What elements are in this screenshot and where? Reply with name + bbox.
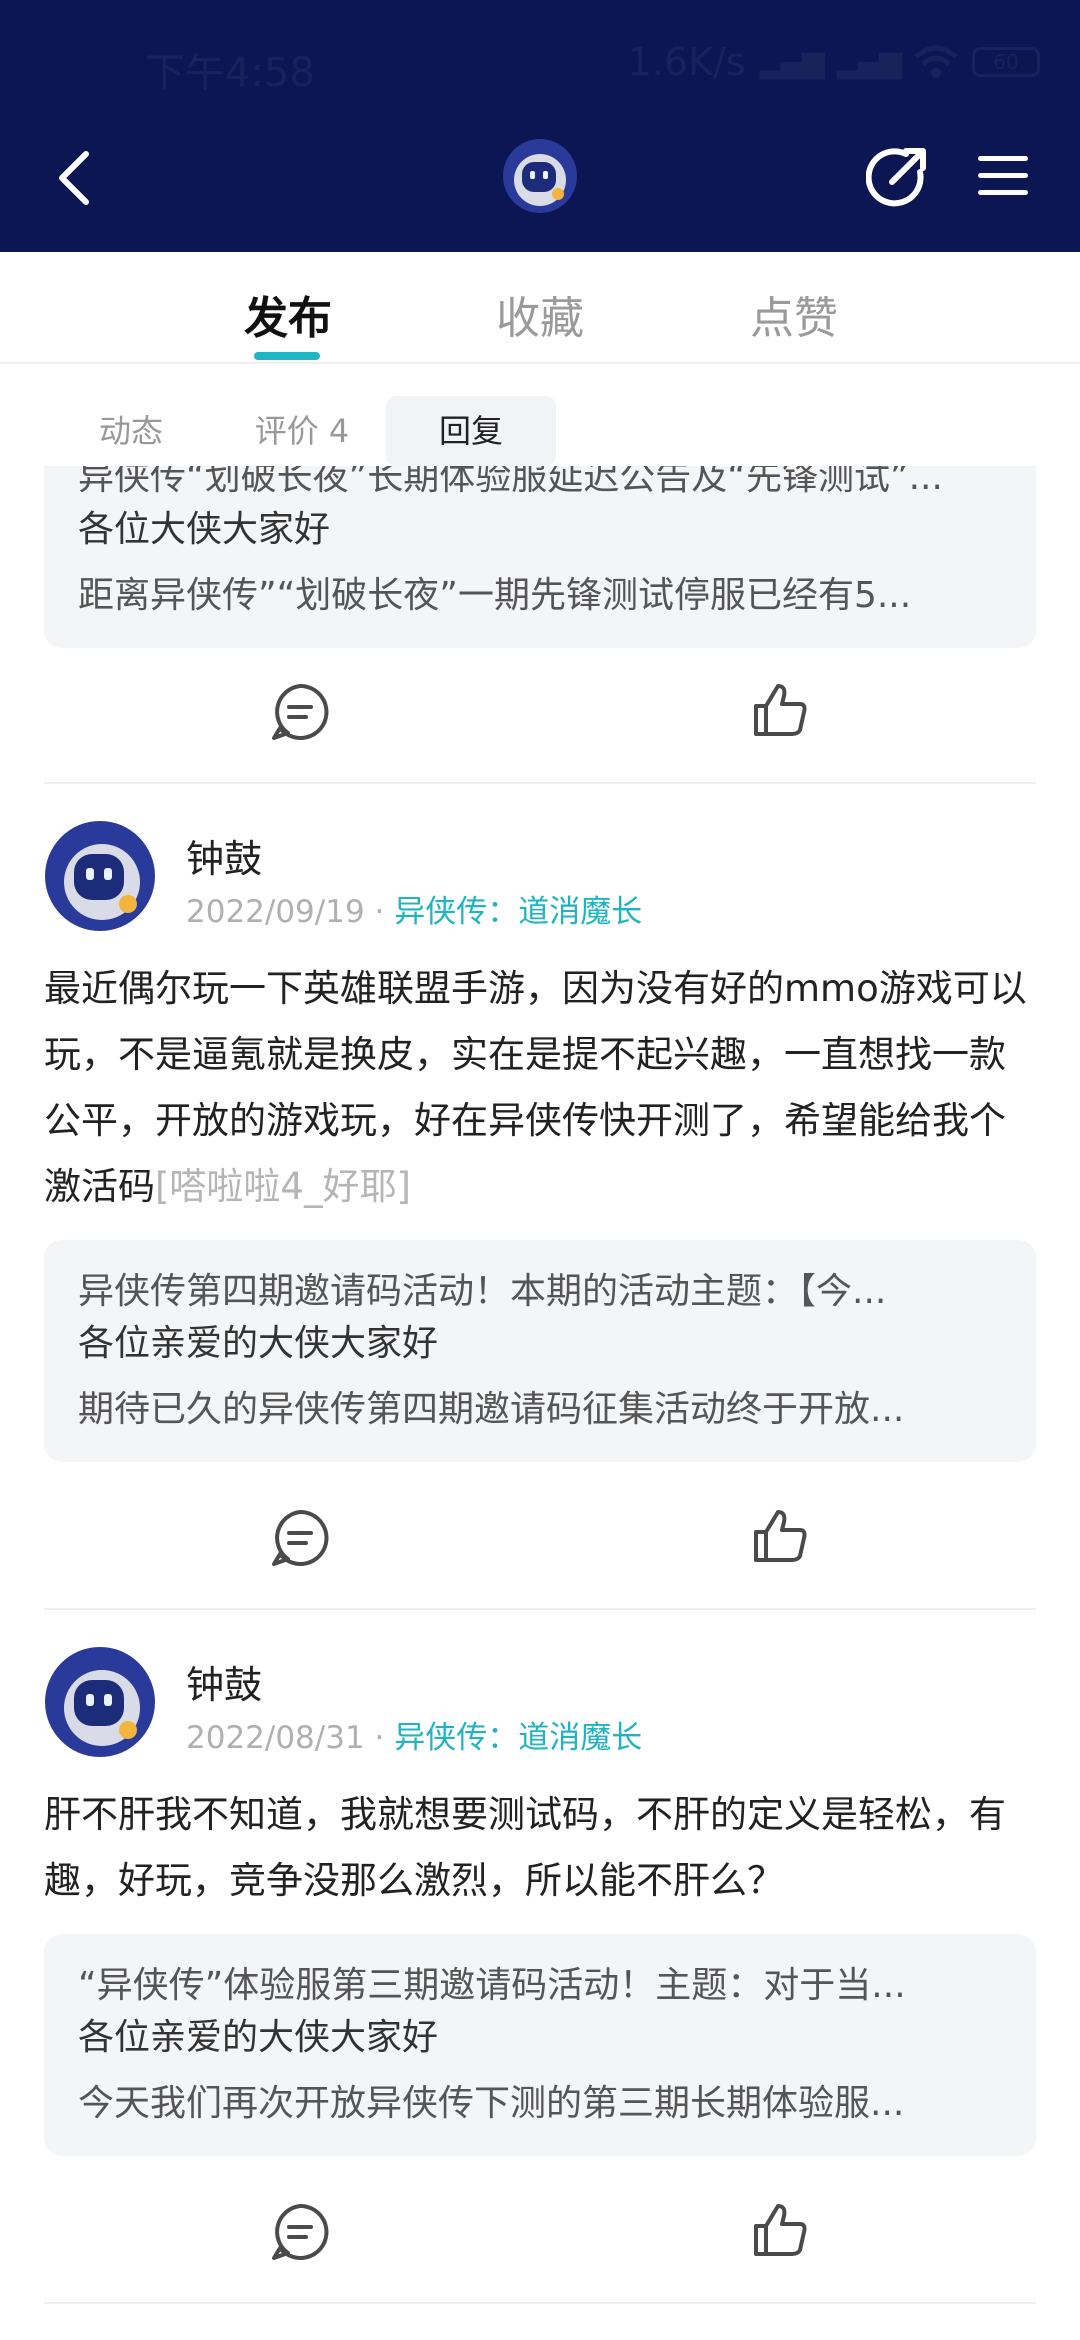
meta-separator: · — [374, 1720, 385, 1756]
status-indicators: 1.6K/s ▂▄▆ ▂▄▆ 60 — [628, 40, 1040, 84]
quoted-post-title: “异侠传”体验服第三期邀请码活动！主题：对于当... — [78, 1965, 906, 2006]
top-app-bar: 下午4:58 1.6K/s ▂▄▆ ▂▄▆ 60 — [0, 0, 1080, 252]
comment-icon[interactable] — [270, 2202, 330, 2262]
menu-icon[interactable] — [976, 152, 1030, 200]
signal-2-icon: ▂▄▆ — [836, 44, 902, 80]
quoted-post-excerpt: 期待已久的异侠传第四期邀请码征集活动终于开放... — [78, 1389, 905, 1430]
share-icon[interactable] — [866, 146, 928, 208]
like-icon[interactable] — [750, 680, 810, 740]
meta-separator: · — [374, 894, 385, 930]
user-avatar[interactable] — [44, 820, 156, 932]
post-content[interactable]: 肝不肝我不知道，我就想要测试码，不肝的定义是轻松，有趣，好玩，竞争没那么激烈，所… — [44, 1782, 1036, 1914]
signal-icon: ▂▄▆ — [759, 44, 825, 80]
user-avatar[interactable] — [44, 1646, 156, 1758]
tab-favorites[interactable]: 收藏 — [496, 282, 584, 346]
wifi-icon — [914, 45, 958, 78]
comment-icon[interactable] — [270, 682, 330, 742]
active-tab-indicator — [254, 352, 320, 360]
post-divider — [44, 782, 1036, 784]
emoji-tag: [嗒啦啦4_好耶] — [155, 1165, 411, 1208]
post-text: 肝不肝我不知道，我就想要测试码，不肝的定义是轻松，有趣，好玩，竞争没那么激烈，所… — [44, 1793, 1006, 1902]
quoted-post-card[interactable]: 异侠传“划破长夜”长期体验服延迟公告及“先锋测试”... 各位大侠大家好 距离异… — [44, 466, 1036, 648]
username[interactable]: 钟鼓 — [186, 1654, 262, 1709]
post-date: 2022/09/19 — [186, 894, 365, 930]
comment-icon[interactable] — [270, 1508, 330, 1568]
back-icon[interactable] — [50, 148, 100, 208]
post-meta: 2022/08/31 · 异侠传：道消魔长 — [186, 1712, 642, 1757]
quoted-post-card[interactable]: 异侠传第四期邀请码活动！本期的活动主题：【今... 各位亲爱的大侠大家好 期待已… — [44, 1240, 1036, 1462]
subtab-replies[interactable]: 回复 — [386, 396, 556, 466]
tab-publish[interactable]: 发布 — [244, 282, 332, 346]
like-icon[interactable] — [750, 2200, 810, 2260]
game-link[interactable]: 异侠传：道消魔长 — [394, 894, 642, 930]
post-meta: 2022/09/19 · 异侠传：道消魔长 — [186, 886, 642, 931]
reply-feed: 异侠传“划破长夜”长期体验服延迟公告及“先锋测试”... 各位大侠大家好 距离异… — [0, 466, 1080, 2340]
username[interactable]: 钟鼓 — [186, 828, 262, 883]
status-time: 下午4:58 — [145, 50, 315, 96]
post-content[interactable]: 最近偶尔玩一下英雄联盟手游，因为没有好的mmo游戏可以玩，不是逼氪就是换皮，实在… — [44, 956, 1036, 1220]
game-link[interactable]: 异侠传：道消魔长 — [394, 1720, 642, 1756]
battery-icon: 60 — [972, 47, 1040, 77]
quoted-post-greeting: 各位亲爱的大侠大家好 — [78, 2017, 439, 2058]
sub-tabs: 动态 评价 4 回复 — [0, 394, 1080, 466]
network-speed: 1.6K/s — [627, 40, 746, 84]
quoted-post-excerpt: 距离异侠传”“划破长夜”一期先锋测试停服已经有5... — [78, 575, 912, 616]
quoted-post-title: 异侠传第四期邀请码活动！本期的活动主题：【今... — [78, 1271, 887, 1312]
post-date: 2022/08/31 — [186, 1720, 365, 1756]
quoted-post-card[interactable]: “异侠传”体验服第三期邀请码活动！主题：对于当... 各位亲爱的大侠大家好 今天… — [44, 1934, 1036, 2156]
post-divider — [44, 1608, 1036, 1610]
main-tabs: 发布 收藏 点赞 — [0, 252, 1080, 364]
subtab-activity[interactable]: 动态 — [66, 396, 196, 466]
quoted-post-title: 异侠传“划破长夜”长期体验服延迟公告及“先锋测试”... — [78, 466, 943, 498]
like-icon[interactable] — [750, 1506, 810, 1566]
header-avatar[interactable] — [502, 138, 578, 214]
quoted-post-excerpt: 今天我们再次开放异侠传下测的第三期长期体验服... — [78, 2083, 905, 2124]
subtab-reviews[interactable]: 评价 4 — [236, 396, 368, 466]
quoted-post-greeting: 各位亲爱的大侠大家好 — [78, 1323, 439, 1364]
post-divider — [44, 2302, 1036, 2304]
status-bar: 下午4:58 1.6K/s ▂▄▆ ▂▄▆ 60 — [0, 0, 1080, 130]
quoted-post-greeting: 各位大侠大家好 — [78, 509, 331, 550]
tab-likes[interactable]: 点赞 — [750, 282, 838, 346]
